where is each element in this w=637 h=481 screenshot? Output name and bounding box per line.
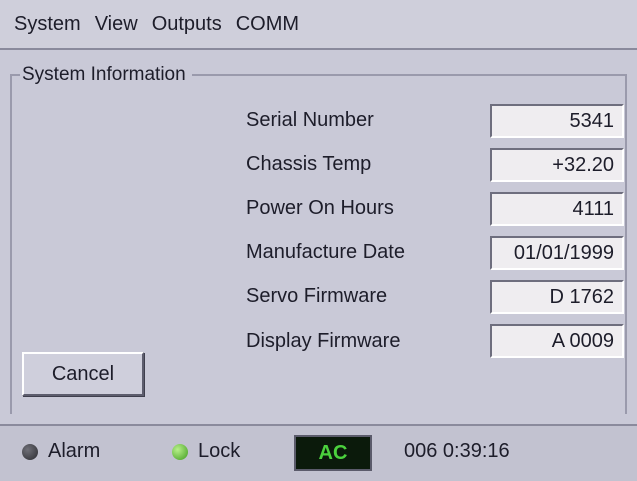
manufacture-date-value: 01/01/1999 — [490, 236, 624, 270]
display-firmware-label: Display Firmware — [246, 330, 401, 352]
group-title: System Information — [20, 64, 192, 86]
servo-firmware-label: Servo Firmware — [246, 285, 388, 307]
mode-label: AC — [318, 441, 348, 464]
menu-system[interactable]: System — [14, 13, 81, 36]
status-bar: Alarm Lock AC 006 0:39:16 — [0, 424, 637, 481]
manufacture-date-label: Manufacture Date — [246, 241, 405, 263]
serial-number-value: 5341 — [490, 104, 624, 138]
menu-outputs[interactable]: Outputs — [152, 13, 222, 36]
system-information-screen: System View Outputs COMM System Informat… — [0, 0, 637, 481]
chassis-temp-label: Chassis Temp — [246, 153, 372, 175]
status-time: 006 0:39:16 — [404, 440, 510, 462]
display-firmware-value: A 0009 — [490, 324, 624, 358]
lock-indicator-icon — [172, 444, 188, 460]
alarm-indicator-icon — [22, 444, 38, 460]
menu-bar: System View Outputs COMM — [0, 0, 637, 50]
alarm-label: Alarm — [48, 440, 101, 462]
cancel-button[interactable]: Cancel — [22, 352, 144, 396]
chassis-temp-value: +32.20 — [490, 148, 624, 182]
power-on-hours-label: Power On Hours — [246, 197, 394, 219]
servo-firmware-value: D 1762 — [490, 280, 624, 314]
lock-label: Lock — [198, 440, 241, 462]
serial-number-label: Serial Number — [246, 109, 374, 131]
menu-comm[interactable]: COMM — [236, 13, 299, 36]
power-on-hours-value: 4111 — [490, 192, 624, 226]
menu-view[interactable]: View — [95, 13, 138, 36]
mode-indicator: AC — [294, 435, 372, 471]
